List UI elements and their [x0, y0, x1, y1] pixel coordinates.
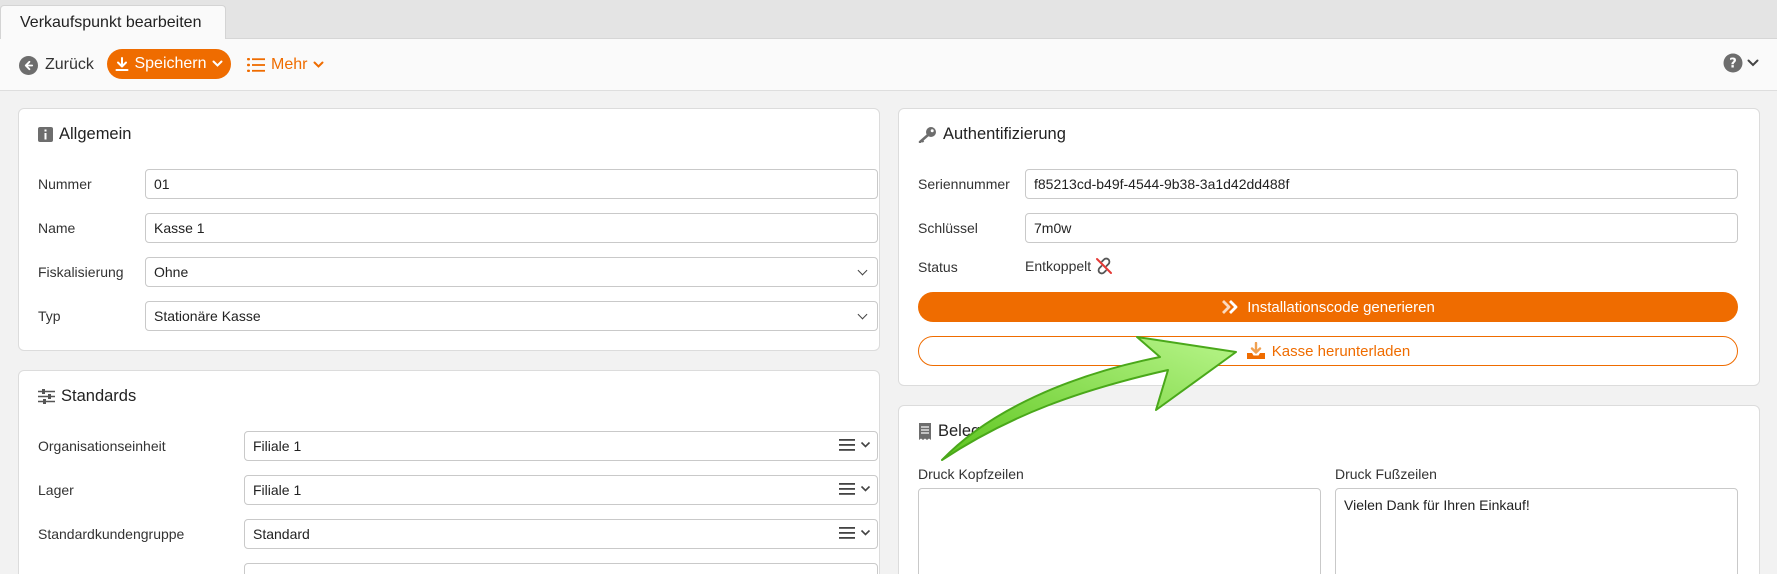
- tab-verkaufspunkt-bearbeiten[interactable]: Verkaufspunkt bearbeiten: [0, 5, 226, 40]
- more-menu-button[interactable]: Mehr: [247, 52, 324, 78]
- chevron-down-icon: [860, 529, 871, 536]
- standards-title: Standards: [38, 387, 136, 406]
- allgemein-title: Allgemein: [38, 125, 131, 144]
- receipt-icon: [919, 423, 931, 440]
- unlink-icon: [1096, 257, 1113, 275]
- organisationseinheit-lookup[interactable]: Filiale 1: [244, 431, 878, 461]
- back-label: Zurück: [45, 56, 94, 73]
- download-icon: [115, 56, 129, 71]
- svg-text:?: ?: [1729, 57, 1737, 72]
- tab-bar: Verkaufspunkt bearbeiten: [0, 0, 1777, 40]
- druck-fusszeilen-textarea[interactable]: Vielen Dank für Ihren Einkauf!: [1335, 488, 1738, 574]
- druck-kopfzeilen-textarea[interactable]: [918, 488, 1321, 574]
- generate-installation-code-button[interactable]: Installationscode generieren: [918, 292, 1738, 322]
- list-icon: [839, 483, 855, 495]
- chevron-down-icon: [860, 485, 871, 492]
- standards-card: Standards Organisationseinheit Filiale 1…: [18, 370, 880, 574]
- lager-lookup[interactable]: Filiale 1: [244, 475, 878, 505]
- authentifizierung-card: Authentifizierung Seriennummer f85213cd-…: [898, 108, 1760, 386]
- field-label-druck-fusszeilen: Druck Fußzeilen: [1335, 466, 1437, 482]
- list-icon: [839, 439, 855, 451]
- field-label-seriennummer: Seriennummer: [918, 176, 1010, 192]
- double-chevron-right-icon: [1222, 300, 1238, 314]
- allgemein-card: Allgemein Nummer 01 Name Kasse 1 Fiskali…: [18, 108, 880, 351]
- chevron-down-icon: [313, 61, 324, 68]
- status-value: Entkoppelt: [1025, 257, 1113, 275]
- nummer-input[interactable]: 01: [145, 169, 878, 199]
- field-label-organisationseinheit: Organisationseinheit: [38, 438, 166, 454]
- save-button[interactable]: Speichern: [107, 49, 231, 79]
- field-label-typ: Typ: [38, 308, 61, 324]
- field-label-schluessel: Schlüssel: [918, 220, 978, 236]
- schluessel-input[interactable]: 7m0w: [1025, 213, 1738, 243]
- help-menu-button[interactable]: ?: [1723, 53, 1759, 73]
- field-label-status: Status: [918, 259, 958, 275]
- toolbar: Zurück Speichern Mehr ?: [0, 39, 1777, 91]
- seriennummer-input[interactable]: f85213cd-b49f-4544-9b38-3a1d42dd488f: [1025, 169, 1738, 199]
- chevron-down-icon: [1747, 59, 1759, 67]
- next-lookup-field[interactable]: [244, 563, 878, 574]
- download-tray-icon: [1246, 342, 1265, 359]
- field-label-fiskalisierung: Fiskalisierung: [38, 264, 124, 280]
- key-icon: [918, 127, 936, 143]
- beleg-card: Beleg Druck Kopfzeilen Druck Fußzeilen V…: [898, 405, 1760, 574]
- sliders-icon: [38, 389, 55, 404]
- field-label-name: Name: [38, 220, 76, 236]
- fiskalisierung-select[interactable]: Ohne: [145, 257, 878, 287]
- chevron-down-icon: [860, 441, 871, 448]
- list-icon: [247, 58, 265, 72]
- info-icon: [38, 127, 53, 142]
- back-button[interactable]: Zurück: [19, 52, 94, 78]
- field-label-druck-kopfzeilen: Druck Kopfzeilen: [918, 466, 1024, 482]
- beleg-title: Beleg: [918, 422, 980, 441]
- typ-select[interactable]: Stationäre Kasse: [145, 301, 878, 331]
- list-icon: [839, 527, 855, 539]
- standardkundengruppe-lookup[interactable]: Standard: [244, 519, 878, 549]
- field-label-standardkundengruppe: Standardkundengruppe: [38, 526, 185, 542]
- name-input[interactable]: Kasse 1: [145, 213, 878, 243]
- arrow-left-icon: [19, 55, 38, 75]
- more-label: Mehr: [271, 56, 308, 73]
- authentifizierung-title: Authentifizierung: [918, 125, 1066, 144]
- field-label-lager: Lager: [38, 482, 74, 498]
- download-pos-button[interactable]: Kasse herunterladen: [918, 336, 1738, 366]
- question-circle-icon: ?: [1723, 53, 1743, 73]
- chevron-down-icon: [212, 60, 223, 67]
- field-label-nummer: Nummer: [38, 176, 92, 192]
- save-label: Speichern: [134, 55, 207, 72]
